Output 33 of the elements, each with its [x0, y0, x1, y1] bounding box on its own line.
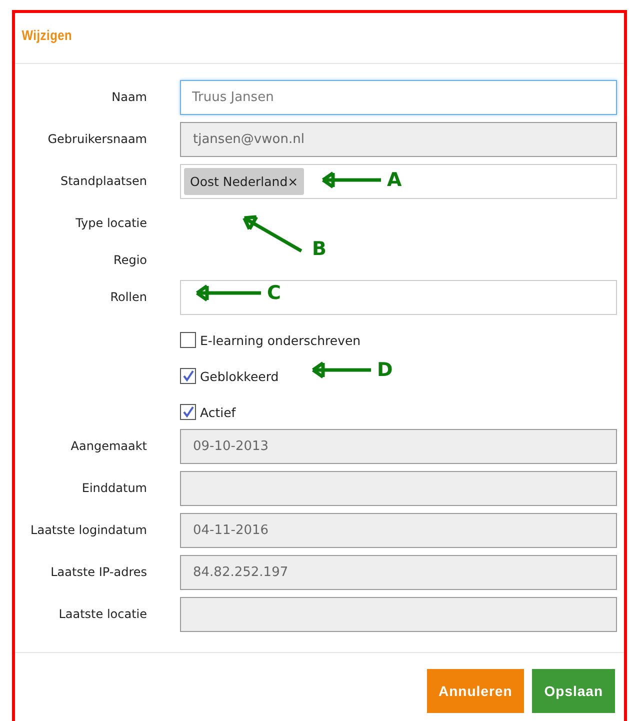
arrow — [311, 361, 371, 379]
field-label: Rollen — [110, 289, 147, 306]
save-button[interactable]: Opslaan — [532, 669, 615, 713]
readonly-field: 84.82.252.197 — [180, 555, 617, 590]
checkbox-label[interactable]: Geblokkeerd — [180, 365, 279, 387]
field-label: Laatste IP-adres — [50, 564, 147, 581]
username-field: tjansen@vwon.nl — [180, 122, 617, 157]
field-label: Standplaatsen — [60, 173, 147, 190]
dialog-title: Wijzigen — [20, 26, 73, 45]
checkbox-label[interactable]: Actief — [180, 401, 236, 423]
checkbox[interactable] — [180, 368, 196, 384]
field-label: Type locatie — [76, 215, 147, 232]
checkbox[interactable] — [180, 404, 196, 420]
field-label: Einddatum — [82, 480, 147, 497]
arrow — [321, 171, 381, 189]
checkbox[interactable] — [180, 332, 196, 348]
tag-field[interactable] — [180, 280, 617, 315]
name-field[interactable]: Truus Jansen — [180, 80, 617, 115]
tag[interactable]: Oost Nederland× — [184, 168, 304, 195]
field-label: Naam — [112, 89, 147, 106]
arrow — [195, 284, 261, 302]
annotation-letter: C — [267, 282, 281, 304]
field-label: Gebruikersnaam — [48, 131, 147, 148]
field-label: Aangemaakt — [70, 438, 147, 455]
readonly-field: 04-11-2016 — [180, 513, 617, 548]
field-label: Laatste logindatum — [30, 522, 147, 539]
field-label: Regio — [114, 252, 147, 269]
readonly-field: 09-10-2013 — [180, 429, 617, 464]
annotation-letter: A — [387, 169, 402, 191]
checkbox-label[interactable]: E-learning onderschreven — [180, 329, 361, 351]
field-label: Laatste locatie — [58, 606, 147, 623]
annotation-letter: B — [312, 238, 326, 260]
annotation-letter: D — [377, 359, 393, 381]
